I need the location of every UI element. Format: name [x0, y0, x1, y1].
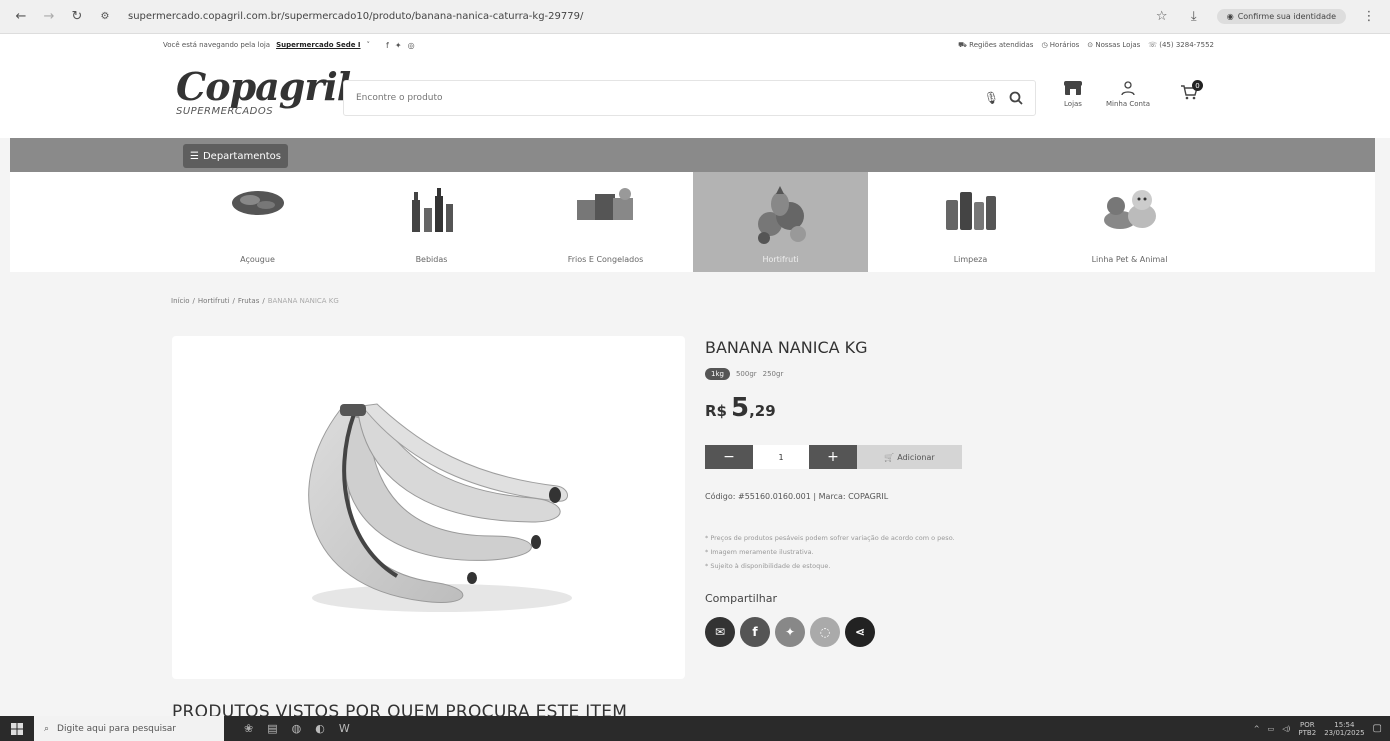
search-box: 🎙 [343, 80, 1036, 116]
notification-icon[interactable]: ▢ [1373, 723, 1382, 734]
quantity-input[interactable]: 1 [753, 445, 809, 469]
avatar-icon: ◉ [1226, 12, 1234, 21]
browser-menu-icon[interactable]: ⋮ [1360, 8, 1378, 26]
product-code: Código: #55160.0160.001 | Marca: COPAGRI… [705, 492, 889, 501]
store-prefix: Você está navegando pela loja [163, 41, 271, 49]
category-bebidas[interactable]: Bebidas [344, 172, 519, 272]
volume-icon[interactable]: ◁) [1282, 725, 1290, 733]
microphone-icon[interactable]: 🎙 [984, 91, 999, 105]
facebook-icon[interactable]: f [386, 41, 389, 50]
product-notes: * Preços de produtos pesáveis podem sofr… [705, 534, 955, 570]
category-limpeza[interactable]: Limpeza [883, 172, 1058, 272]
product-title: BANANA NANICA KG [705, 338, 868, 357]
back-icon[interactable]: ← [12, 8, 30, 26]
clock[interactable]: 15:54 23/01/2025 [1324, 721, 1364, 737]
address-bar[interactable]: supermercado.copagril.com.br/supermercad… [128, 11, 1143, 22]
facebook-share-icon[interactable]: f [740, 617, 770, 647]
reload-icon[interactable]: ↻ [68, 8, 86, 26]
size-option-500gr[interactable]: 500gr [736, 370, 757, 378]
cart-count-badge: 0 [1192, 80, 1203, 91]
instagram-icon[interactable]: ◎ [408, 41, 415, 50]
category-strip: Açougue Bebidas Frios E Congelados Horti… [10, 172, 1375, 272]
product-image [172, 336, 685, 679]
phone-link[interactable]: ☏ (45) 3284-7552 [1148, 41, 1214, 49]
system-tray: ^ ▭ ◁) POR PTB2 15:54 23/01/2025 ▢ [1254, 716, 1382, 741]
pets-icon [1103, 190, 1156, 229]
language-indicator[interactable]: POR PTB2 [1298, 721, 1316, 737]
cart-button[interactable]: 0 [1180, 80, 1203, 102]
search-icon[interactable] [1009, 91, 1023, 105]
decrease-qty-button[interactable]: − [705, 445, 753, 469]
store-selector[interactable]: Supermercado Sede I [276, 41, 360, 49]
list-menu-icon: ☰ [190, 150, 199, 162]
widget-icon[interactable]: ❀ [244, 722, 253, 735]
tray-chevron-icon[interactable]: ^ [1254, 725, 1260, 733]
product-price: R$ 5 ,29 [705, 393, 776, 423]
category-hortifruti[interactable]: Hortifruti [693, 172, 868, 272]
hours-link[interactable]: ◷ Horários [1041, 41, 1079, 49]
meat-icon [231, 191, 284, 215]
increase-qty-button[interactable]: + [809, 445, 857, 469]
store-icon [1064, 81, 1082, 95]
share-icon[interactable]: ⋖ [845, 617, 875, 647]
regions-link[interactable]: ⛟ Regiões atendidas [958, 41, 1033, 50]
breadcrumb-home[interactable]: Início [171, 297, 190, 305]
email-share-icon[interactable]: ✉ [705, 617, 735, 647]
add-to-cart-button[interactable]: 🛒 Adicionar [857, 445, 962, 469]
stores-button[interactable]: Lojas [1063, 80, 1083, 108]
windows-taskbar: ⌕ Digite aqui para pesquisar ❀ ▤ ◍ ◐ W ^… [0, 716, 1390, 741]
site-info-icon[interactable]: ⚙ [96, 8, 114, 26]
forward-icon[interactable]: → [40, 8, 58, 26]
breadcrumb: Início / Hortifruti / Frutas / BANANA NANIC… [171, 297, 339, 305]
department-bar: ☰ Departamentos [10, 138, 1375, 172]
file-explorer-icon[interactable]: ▤ [267, 722, 277, 735]
size-option-250gr[interactable]: 250gr [763, 370, 784, 378]
breadcrumb-current: BANANA NANICA KG [267, 297, 339, 305]
twitter-share-icon[interactable]: ✦ [775, 617, 805, 647]
word-icon[interactable]: W [339, 722, 350, 735]
chevron-down-icon[interactable]: ˅ [367, 41, 371, 49]
bottles-icon [411, 188, 453, 232]
cold-cuts-icon [576, 188, 633, 220]
breadcrumb-frutas[interactable]: Frutas [238, 297, 260, 305]
taskbar-search[interactable]: ⌕ Digite aqui para pesquisar [34, 716, 224, 741]
size-options: 1kg 500gr 250gr [705, 368, 783, 380]
copagril-logo[interactable]: Copagril SUPERMERCADOS [176, 68, 351, 118]
share-label: Compartilhar [705, 592, 778, 605]
whatsapp-share-icon[interactable]: ◌ [810, 617, 840, 647]
category-pet[interactable]: Linha Pet & Animal [1042, 172, 1217, 272]
twitter-icon[interactable]: ✦ [395, 41, 402, 50]
cart-small-icon: 🛒 [884, 452, 895, 462]
site-header: Copagril SUPERMERCADOS 🎙 Lojas Minha Con… [0, 56, 1390, 138]
search-icon: ⌕ [44, 723, 50, 734]
departments-button[interactable]: ☰ Departamentos [183, 144, 288, 168]
cleaning-icon [945, 192, 996, 230]
user-icon [1121, 81, 1135, 96]
banana-image [308, 403, 572, 612]
store-topbar: Você está navegando pela loja Supermerca… [0, 34, 1390, 56]
network-icon[interactable]: ▭ [1268, 725, 1275, 733]
browser-toolbar: ← → ↻ ⚙ supermercado.copagril.com.br/sup… [0, 0, 1390, 34]
quantity-stepper: − 1 + 🛒 Adicionar [705, 445, 962, 469]
app-icon[interactable]: ◐ [315, 722, 325, 735]
size-option-1kg[interactable]: 1kg [705, 368, 730, 380]
windows-start-icon[interactable] [0, 716, 34, 741]
download-icon[interactable]: ⤓ [1185, 8, 1203, 26]
category-acougue[interactable]: Açougue [170, 172, 345, 272]
produce-icon [757, 186, 806, 244]
share-buttons: ✉ f ✦ ◌ ⋖ [705, 617, 875, 647]
chrome-icon[interactable]: ◍ [292, 722, 302, 735]
search-input[interactable] [356, 93, 984, 103]
breadcrumb-hortifruti[interactable]: Hortifruti [198, 297, 230, 305]
stores-link[interactable]: ⊙ Nossas Lojas [1087, 41, 1140, 49]
identity-button[interactable]: ◉ Confirme sua identidade [1216, 9, 1346, 24]
category-frios[interactable]: Frios E Congelados [518, 172, 693, 272]
account-button[interactable]: Minha Conta [1106, 80, 1150, 108]
bookmark-star-icon[interactable]: ☆ [1153, 8, 1171, 26]
